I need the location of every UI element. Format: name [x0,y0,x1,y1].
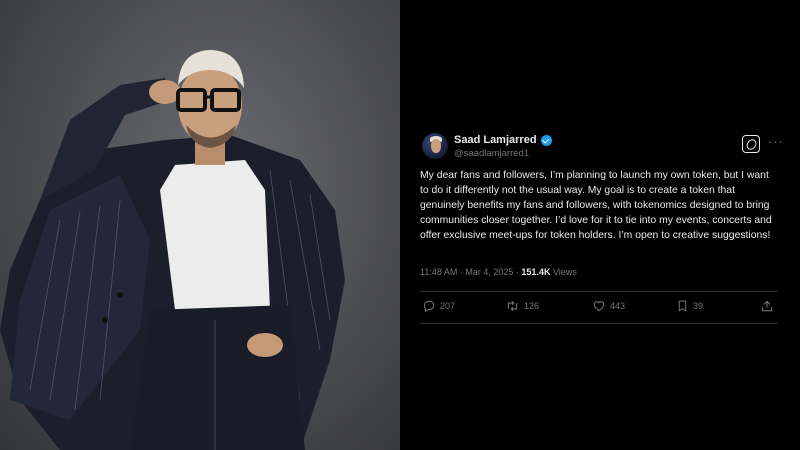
reply-count: 207 [440,301,456,311]
views-label: Views [552,267,577,277]
divider [420,291,778,292]
tweet-text: My dear fans and followers, I’m planning… [420,170,772,241]
like-button[interactable]: 443 [592,299,625,313]
tweet-time[interactable]: 11:48 AM [420,267,457,277]
verified-icon [540,134,552,146]
reply-icon [423,300,435,313]
tweet-meta: 11:48 AM · Mar 4, 2025 · 151.4K Views [420,267,577,277]
divider [420,323,778,324]
grok-icon[interactable] [742,135,760,153]
retweet-icon [507,300,518,312]
more-icon[interactable]: ··· [768,134,784,149]
tweet-card: Saad Lamjarred @saadlamjarred1 ··· My de… [420,130,783,324]
author-handle[interactable]: @saadlamjarred1 [454,148,529,159]
promo-photo [0,0,400,450]
share-icon [761,300,773,312]
retweet-count: 126 [524,301,540,311]
bookmark-count: 39 [693,301,704,311]
bookmark-button[interactable]: 39 [676,299,703,313]
author-name[interactable]: Saad Lamjarred [454,134,537,146]
author-name-row[interactable]: Saad Lamjarred [454,134,552,146]
tweet-actions: 207 126 443 39 [420,299,780,317]
avatar[interactable] [422,133,448,159]
share-button[interactable] [760,299,774,313]
views-count: 151.4K [521,267,551,277]
like-icon [593,301,605,312]
person-illustration [0,50,345,450]
retweet-button[interactable]: 126 [505,299,539,313]
tweet-panel: Saad Lamjarred @saadlamjarred1 ··· My de… [400,0,800,450]
like-count: 443 [610,301,626,311]
tweet-date[interactable]: Mar 4, 2025 [465,267,513,277]
tweet-header: Saad Lamjarred @saadlamjarred1 ··· [420,130,783,164]
bookmark-icon [678,300,687,312]
reply-button[interactable]: 207 [422,299,455,313]
